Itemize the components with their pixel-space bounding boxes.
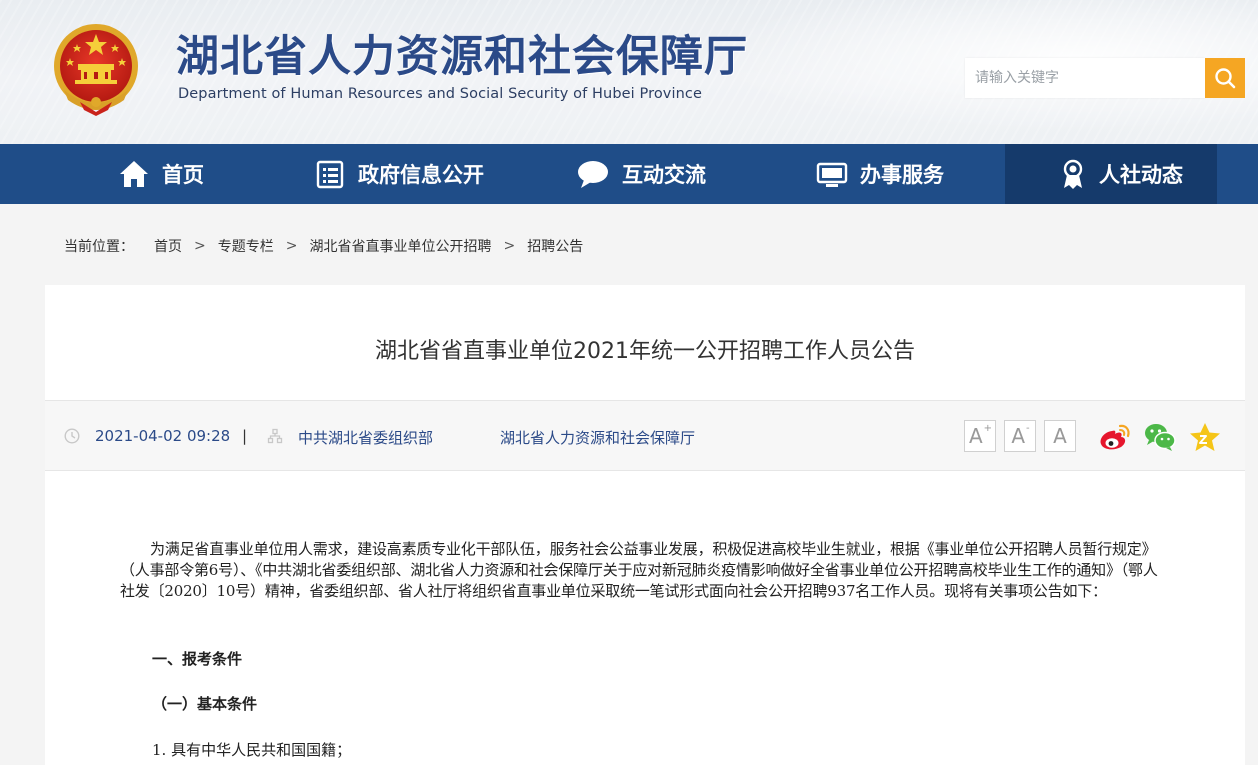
subsection-heading: （一）基本条件: [152, 695, 258, 713]
list-item: 1. 具有中华人民共和国国籍；: [152, 741, 352, 759]
document-list-icon: [316, 160, 344, 189]
breadcrumb-separator: >: [285, 238, 298, 254]
breadcrumb-link-topics[interactable]: 专题专栏: [218, 236, 274, 256]
home-icon: [120, 161, 148, 187]
meta-separator: |: [242, 427, 248, 445]
breadcrumb: 当前位置： 首页 > 专题专栏 > 湖北省省直事业单位公开招聘 > 招聘公告: [64, 236, 583, 256]
article-title: 湖北省省直事业单位2021年统一公开招聘工作人员公告: [375, 339, 915, 364]
monitor-icon: [816, 162, 848, 187]
source-organization-2: 湖北省人力资源和社会保障厅: [500, 429, 696, 447]
clock-icon: [64, 428, 80, 444]
national-emblem-icon: [54, 24, 138, 116]
breadcrumb-link-home[interactable]: 首页: [154, 236, 182, 256]
search-input[interactable]: [965, 58, 1205, 98]
nav-item-label: 政府信息公开: [358, 163, 484, 187]
search-icon: [1215, 68, 1236, 89]
nav-item-home[interactable]: 首页: [118, 144, 204, 204]
section-heading: 一、报考条件: [152, 650, 243, 668]
nav-item-label: 办事服务: [860, 163, 944, 187]
wechat-icon[interactable]: [1143, 421, 1177, 453]
chat-bubble-icon: [578, 161, 608, 188]
source-organization-1: 中共湖北省委组织部: [298, 429, 434, 447]
breadcrumb-separator: >: [194, 238, 206, 254]
search-button[interactable]: [1205, 58, 1245, 98]
site-title: 湖北省人力资源和社会保障厅: [176, 32, 748, 82]
breadcrumb-label: 当前位置：: [64, 239, 134, 255]
breadcrumb-link-announcement[interactable]: 招聘公告: [527, 236, 583, 256]
nav-item-interaction[interactable]: 互动交流: [576, 144, 706, 204]
nav-item-services[interactable]: 办事服务: [816, 144, 944, 204]
article-body: 为满足省直事业单位用人需求，建设高素质专业化干部队伍，服务社会公益事业发展，积极…: [120, 539, 1170, 602]
breadcrumb-link-recruitment[interactable]: 湖北省省直事业单位公开招聘: [309, 236, 491, 256]
font-decrease-button[interactable]: A-: [1004, 420, 1036, 452]
site-subtitle: Department of Human Resources and Social…: [178, 86, 702, 102]
publish-datetime: 2021-04-02 09:28: [95, 427, 231, 445]
font-increase-button[interactable]: A +: [964, 420, 996, 452]
nav-item-label: 首页: [162, 163, 204, 187]
nav-item-news[interactable]: 人社动态: [1005, 144, 1217, 204]
nav-item-label: 互动交流: [622, 163, 706, 187]
person-badge-icon: [1063, 159, 1083, 189]
nav-item-label: 人社动态: [1099, 163, 1183, 187]
weibo-icon[interactable]: [1098, 421, 1132, 453]
font-reset-button[interactable]: A: [1044, 420, 1076, 452]
article-container: 湖北省省直事业单位2021年统一公开招聘工作人员公告 2021-04-02 09…: [45, 285, 1245, 765]
main-nav: 首页 政府信息公开 互动交流 办事服务 人社动态: [0, 144, 1258, 204]
favorite-star-icon[interactable]: [1188, 421, 1222, 453]
nav-item-gov-info[interactable]: 政府信息公开: [314, 144, 484, 204]
organization-icon: [267, 428, 283, 444]
article-paragraph: 为满足省直事业单位用人需求，建设高素质专业化干部队伍，服务社会公益事业发展，积极…: [120, 540, 1158, 600]
article-meta-bar: 2021-04-02 09:28 | 中共湖北省委组织部 湖北省人力资源和社会保…: [45, 401, 1245, 471]
site-header: 湖北省人力资源和社会保障厅 Department of Human Resour…: [0, 0, 1258, 144]
breadcrumb-separator: >: [503, 238, 516, 254]
